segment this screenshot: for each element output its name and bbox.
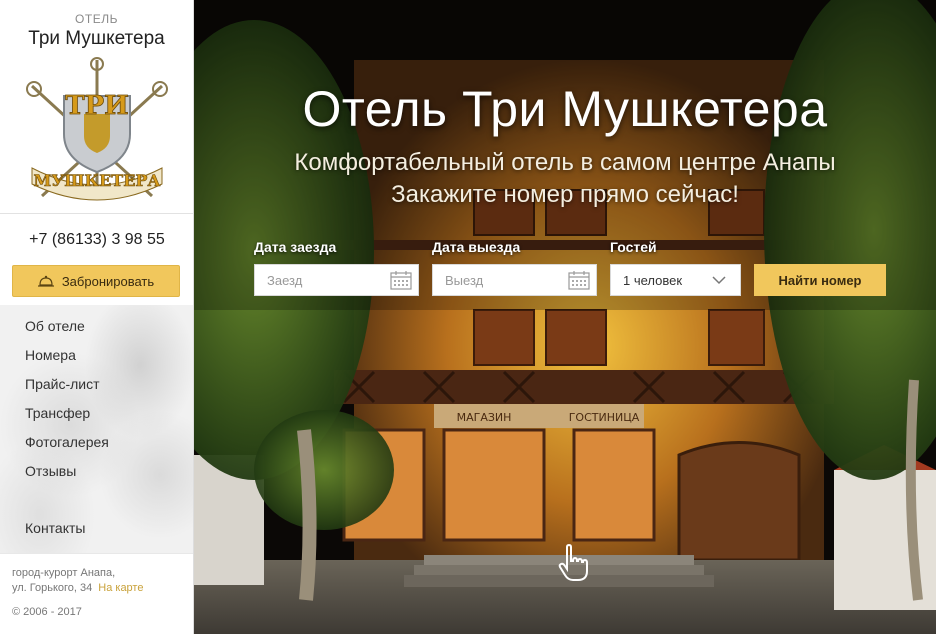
scroll-hand-icon[interactable] (556, 544, 590, 582)
hero-subtitle-1: Комфортабельный отель в самом центре Ана… (294, 149, 836, 176)
checkout-field[interactable]: Выезд (432, 264, 597, 296)
address-line1: город-курорт Анапа, (12, 567, 116, 579)
nav-item-reviews[interactable]: Отзывы (25, 461, 109, 490)
find-room-button[interactable]: Найти номер (754, 264, 886, 296)
hotel-subtitle: ОТЕЛЬ (75, 12, 118, 26)
sidebar: ОТЕЛЬ Три Мушкетера ТРИ МУШКЕТЕРА +7 (86… (0, 0, 194, 634)
nav-item-contacts[interactable]: Контакты (25, 520, 85, 536)
checkout-placeholder: Выезд (445, 272, 484, 288)
nav-item-gallery[interactable]: Фотогалерея (25, 432, 109, 461)
nav-item-prices[interactable]: Прайс-лист (25, 374, 109, 403)
calendar-icon[interactable] (568, 270, 590, 290)
sign-left-text: МАГАЗИН (457, 411, 512, 424)
logo-text-bottom: МУШКЕТЕРА (33, 171, 160, 190)
checkin-field[interactable]: Заезд (254, 264, 419, 296)
hero-title: Отель Три Мушкетера (302, 81, 828, 137)
nav-item-about[interactable]: Об отеле (25, 316, 109, 345)
phone-number[interactable]: +7 (86133) 3 98 55 (0, 231, 193, 249)
logo-icon[interactable]: ТРИ МУШКЕТЕРА (12, 56, 182, 206)
nav-item-rooms[interactable]: Номера (25, 345, 109, 374)
logo-text-top: ТРИ (65, 91, 128, 121)
guests-value: 1 человек (623, 272, 683, 288)
chevron-down-icon (712, 276, 726, 285)
map-link[interactable]: На карте (98, 582, 143, 594)
address: город-курорт Анапа, ул. Горького, 34 На к… (12, 566, 182, 596)
hero-subtitle-2: Закажите номер прямо сейчас! (391, 181, 739, 208)
sign-right-text: ГОСТИНИЦА (569, 411, 640, 424)
sidebar-nav: Об отеле Номера Прайс-лист Трансфер Фото… (25, 316, 109, 490)
address-line2: ул. Горького, 34 (12, 582, 93, 594)
sidebar-header: ОТЕЛЬ Три Мушкетера ТРИ МУШКЕТЕРА (0, 0, 193, 214)
hero-section: МАГАЗИН ГОСТИНИЦА Отель Три Мушкетера Ко… (194, 0, 936, 634)
checkin-placeholder: Заезд (267, 272, 303, 288)
bell-icon (37, 275, 54, 287)
book-button[interactable]: Забронировать (12, 265, 180, 297)
guests-label: Гостей (610, 239, 657, 255)
checkout-label: Дата выезда (432, 239, 521, 255)
hotel-name: Три Мушкетера (28, 28, 165, 49)
sidebar-footer: город-курорт Анапа, ул. Горького, 34 На к… (0, 553, 193, 634)
book-button-label: Забронировать (61, 273, 155, 289)
guests-select[interactable]: 1 человек (610, 264, 741, 296)
copyright: © 2006 - 2017 (12, 606, 82, 618)
calendar-icon[interactable] (390, 270, 412, 290)
checkin-label: Дата заезда (254, 239, 337, 255)
nav-item-transfer[interactable]: Трансфер (25, 403, 109, 432)
